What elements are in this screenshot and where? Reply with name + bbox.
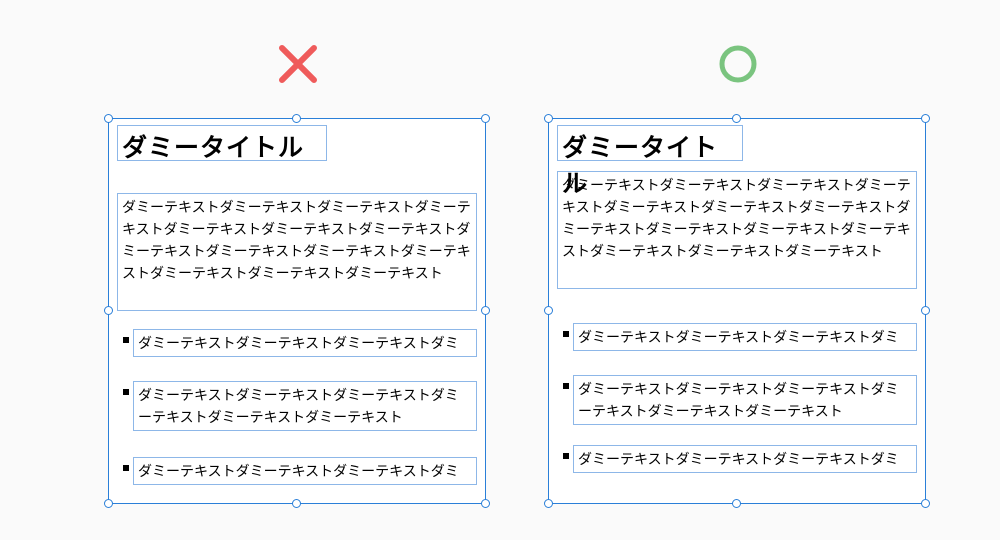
- body-text: ダミーテキストダミーテキストダミーテキストダミーテキストダミーテキストダミーテキ…: [562, 174, 912, 262]
- resize-handle[interactable]: [921, 114, 930, 123]
- list-item-text: ダミーテキストダミーテキストダミーテキストダミーテキストダミーテキストダミーテキ…: [573, 375, 917, 425]
- body-text: ダミーテキストダミーテキストダミーテキストダミーテキストダミーテキストダミーテキ…: [122, 196, 472, 284]
- list-item-frame[interactable]: ダミーテキストダミーテキストダミーテキストダミ: [117, 457, 477, 485]
- resize-handle[interactable]: [921, 306, 930, 315]
- resize-handle[interactable]: [104, 114, 113, 123]
- text-frame-bad-example[interactable]: ダミータイトル ダミーテキストダミーテキストダミーテキストダミーテキストダミーテ…: [108, 118, 486, 504]
- resize-handle[interactable]: [544, 306, 553, 315]
- cross-mark-icon: [276, 42, 320, 86]
- text-frame-good-example[interactable]: ダミータイトル ダミーテキストダミーテキストダミーテキストダミーテキストダミーテ…: [548, 118, 926, 504]
- body-text-frame[interactable]: ダミーテキストダミーテキストダミーテキストダミーテキストダミーテキストダミーテキ…: [117, 193, 477, 311]
- list-item-text: ダミーテキストダミーテキストダミーテキストダミ: [573, 445, 917, 473]
- resize-handle[interactable]: [481, 306, 490, 315]
- list-item-text: ダミーテキストダミーテキストダミーテキストダミ: [133, 457, 477, 485]
- resize-handle[interactable]: [544, 499, 553, 508]
- list-item-frame[interactable]: ダミーテキストダミーテキストダミーテキストダミ: [117, 329, 477, 357]
- list-item-frame[interactable]: ダミーテキストダミーテキストダミーテキストダミーテキストダミーテキストダミーテキ…: [557, 375, 917, 425]
- resize-handle[interactable]: [732, 114, 741, 123]
- resize-handle[interactable]: [104, 306, 113, 315]
- design-canvas[interactable]: ダミータイトル ダミーテキストダミーテキストダミーテキストダミーテキストダミーテ…: [0, 0, 1000, 540]
- list-item-text: ダミーテキストダミーテキストダミーテキストダミ: [133, 329, 477, 357]
- resize-handle[interactable]: [292, 114, 301, 123]
- list-item-frame[interactable]: ダミーテキストダミーテキストダミーテキストダミーテキストダミーテキストダミーテキ…: [117, 381, 477, 431]
- circle-mark-icon: [716, 42, 760, 86]
- resize-handle[interactable]: [481, 499, 490, 508]
- list-item-frame[interactable]: ダミーテキストダミーテキストダミーテキストダミ: [557, 445, 917, 473]
- list-item-text: ダミーテキストダミーテキストダミーテキストダミ: [573, 323, 917, 351]
- resize-handle[interactable]: [732, 499, 741, 508]
- resize-handle[interactable]: [481, 114, 490, 123]
- resize-handle[interactable]: [292, 499, 301, 508]
- list-item-text: ダミーテキストダミーテキストダミーテキストダミーテキストダミーテキストダミーテキ…: [133, 381, 477, 431]
- list-item-frame[interactable]: ダミーテキストダミーテキストダミーテキストダミ: [557, 323, 917, 351]
- title-text-frame[interactable]: ダミータイトル: [117, 125, 327, 161]
- resize-handle[interactable]: [544, 114, 553, 123]
- title-text-frame[interactable]: ダミータイトル: [557, 125, 743, 161]
- title-text: ダミータイトル: [118, 126, 326, 166]
- body-text-frame[interactable]: ダミーテキストダミーテキストダミーテキストダミーテキストダミーテキストダミーテキ…: [557, 171, 917, 289]
- resize-handle[interactable]: [104, 499, 113, 508]
- resize-handle[interactable]: [921, 499, 930, 508]
